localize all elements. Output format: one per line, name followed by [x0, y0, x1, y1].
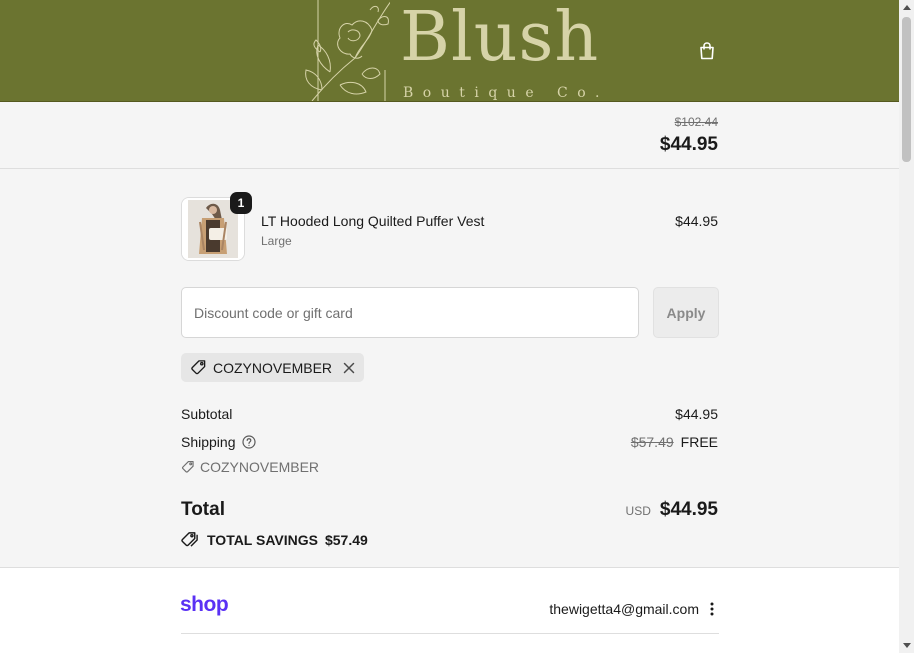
discount-code-input[interactable]: [181, 287, 639, 338]
page-scrollbar[interactable]: [899, 0, 914, 653]
shopping-bag-icon: [700, 42, 714, 60]
arrow-up-icon: [902, 5, 911, 10]
shipping-original-price: $57.49: [630, 434, 674, 450]
account-menu-button[interactable]: [706, 600, 718, 617]
account-email: thewigetta4@gmail.com: [549, 601, 699, 617]
total-amount: $44.95: [659, 499, 718, 520]
shipping-help-icon[interactable]: [241, 435, 256, 452]
subtotal-value: $44.95: [675, 406, 718, 422]
product-name: LT Hooded Long Quilted Puffer Vest: [261, 213, 485, 229]
shop-pay-logo: shop: [180, 593, 229, 616]
arrow-down-icon: [902, 643, 911, 648]
scrollbar-thumb[interactable]: [902, 17, 911, 162]
logo-subtitle: Boutique Co.: [403, 85, 609, 101]
remove-discount-button[interactable]: [343, 362, 355, 374]
tag-icon: [191, 360, 206, 375]
scroll-down-button[interactable]: [899, 638, 914, 653]
shipping-value: FREE: [680, 434, 718, 450]
subtotal-label: Subtotal: [181, 406, 233, 422]
summary-original-price: $102.44: [674, 115, 718, 129]
product-variant: Large: [261, 234, 292, 248]
shipping-label: Shipping: [181, 434, 236, 450]
shipping-row-label: Shipping: [181, 434, 256, 452]
logo-wordmark: Blush: [400, 0, 600, 77]
savings-label: TOTAL SAVINGS: [207, 531, 318, 548]
cart-button[interactable]: [694, 38, 720, 64]
tag-icon: [182, 460, 194, 473]
shipping-value-group: $57.49 FREE: [631, 434, 718, 450]
total-label: Total: [181, 499, 225, 520]
order-summary: 1 LT Hooded Long Quilted Puffer Vest Lar…: [0, 169, 899, 568]
summary-total-price: $44.95: [659, 134, 718, 155]
divider: [181, 633, 719, 634]
scroll-up-button[interactable]: [899, 0, 914, 15]
savings-value: $57.49: [324, 531, 368, 548]
discount-code-label: COZYNOVEMBER: [213, 359, 333, 376]
total-savings: TOTAL SAVINGS $57.49: [181, 531, 368, 548]
product-price: $44.95: [675, 213, 718, 229]
apply-discount-button[interactable]: Apply: [653, 287, 719, 338]
more-vertical-icon: [710, 602, 714, 615]
order-summary-toggle[interactable]: $102.44 $44.95: [0, 102, 899, 169]
order-discount-code: COZYNOVEMBER: [200, 459, 320, 475]
floral-logo-icon: [305, 0, 390, 101]
checkout-page: Blush Boutique Co. $102.44 $44.95 1 LT H…: [0, 0, 899, 653]
tags-icon: [181, 532, 198, 547]
close-icon: [343, 362, 355, 373]
quantity-badge: 1: [230, 192, 252, 214]
order-discount-line: COZYNOVEMBER: [181, 459, 319, 475]
store-header: Blush Boutique Co.: [0, 0, 899, 102]
total-currency: USD: [625, 504, 651, 518]
total-value-group: USD $44.95: [626, 499, 718, 521]
applied-discount-chip: COZYNOVEMBER: [181, 353, 365, 382]
